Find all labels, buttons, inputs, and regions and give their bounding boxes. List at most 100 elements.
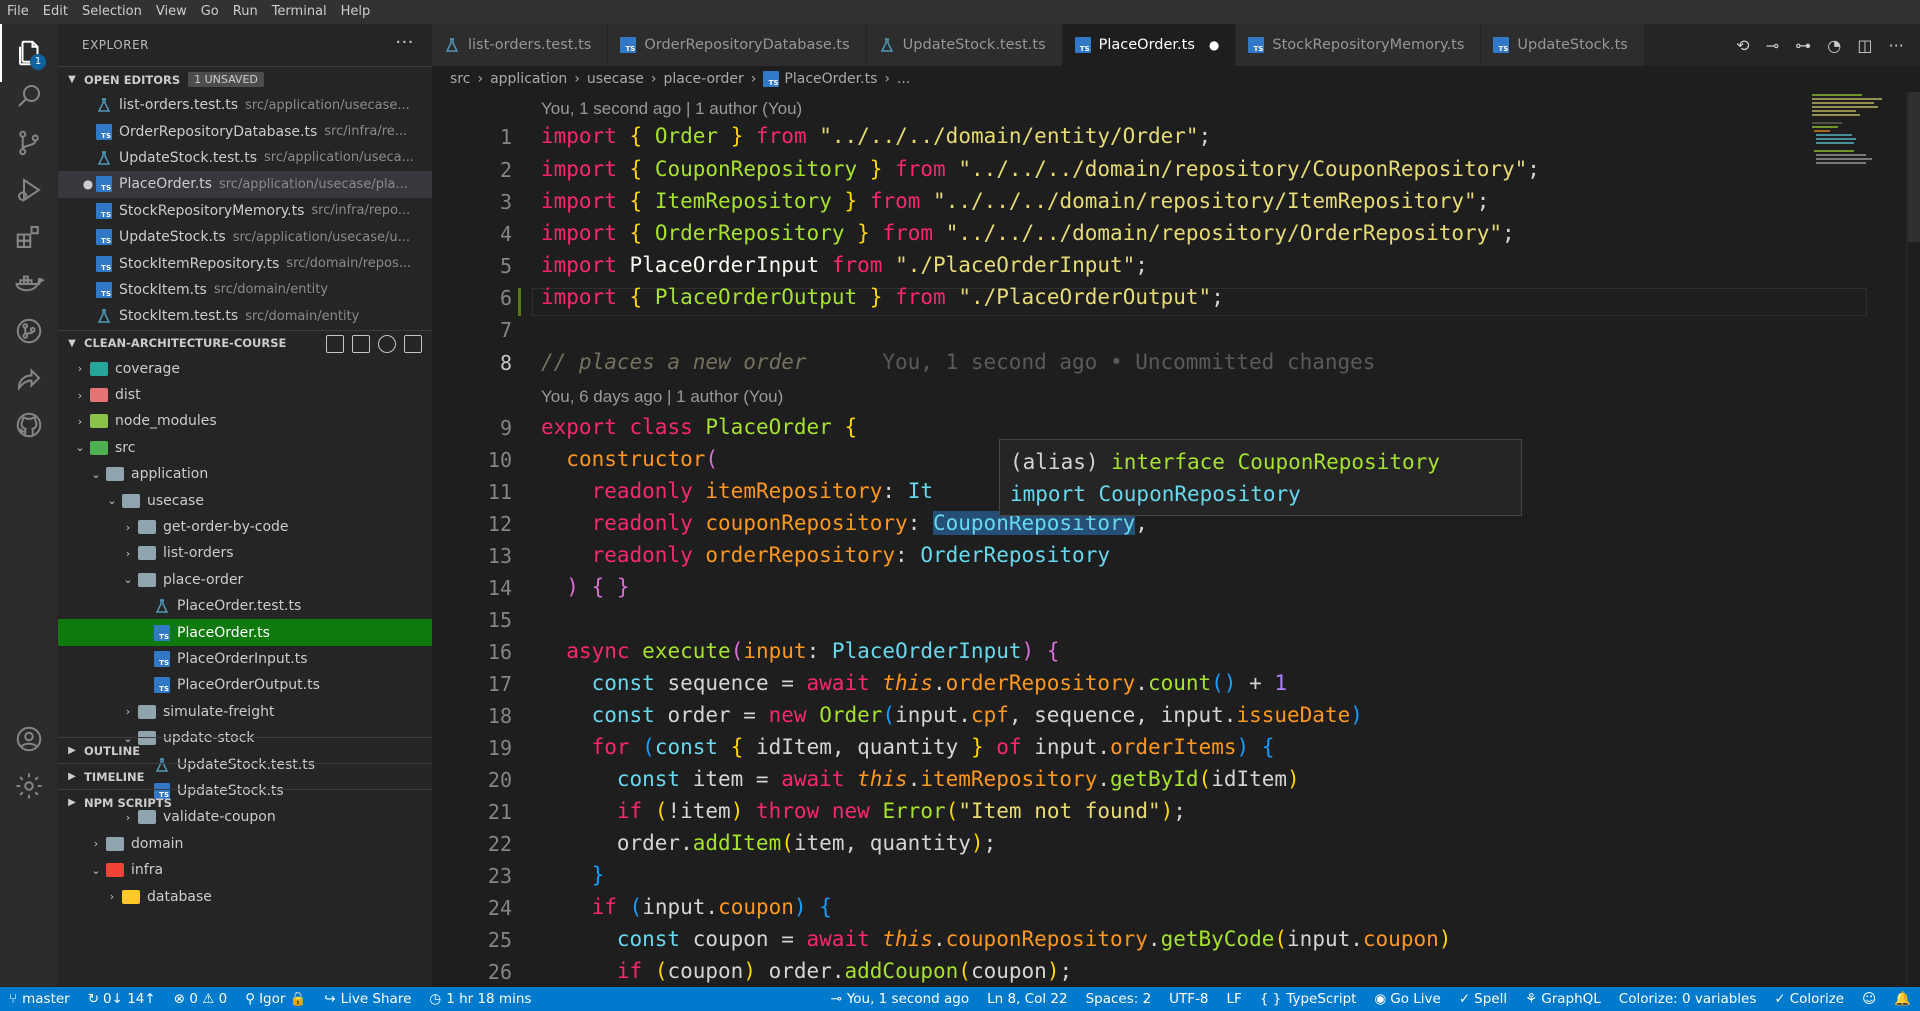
go-live-status[interactable]: ◉ Go Live <box>1365 991 1449 1007</box>
scrollbar-thumb[interactable] <box>1908 92 1920 242</box>
graphql-status[interactable]: ⚘ GraphQL <box>1516 991 1610 1007</box>
menu-run[interactable]: Run <box>226 0 265 24</box>
tab-placeorder-ts[interactable]: PlaceOrder.ts ● <box>1062 24 1237 66</box>
open-editor-item[interactable]: list-orders.test.ts src/application/useca… <box>58 92 432 118</box>
breadcrumb-item[interactable]: ... <box>897 71 910 87</box>
folder-icon <box>122 889 140 904</box>
breadcrumb-item[interactable]: place-order <box>663 71 743 87</box>
tree-folder[interactable]: › list-orders <box>58 540 432 566</box>
breadcrumb-item[interactable]: PlaceOrder.ts <box>784 71 877 87</box>
problems-status[interactable]: ⊗ 0 ⚠ 0 <box>165 991 236 1007</box>
more-actions-icon[interactable]: ··· <box>1889 36 1904 55</box>
codelens-class[interactable]: You, 6 days ago | 1 author (You) <box>541 387 783 407</box>
tree-folder[interactable]: ⌄ application <box>58 461 432 487</box>
codelens-top[interactable]: You, 1 second ago | 1 author (You) <box>541 99 802 119</box>
tab-list-orders-test-ts[interactable]: list-orders.test.ts <box>432 24 609 66</box>
git-prev-icon[interactable]: ⊸ <box>1766 36 1779 55</box>
open-editor-item[interactable]: UpdateStock.test.ts src/application/useca… <box>58 145 432 171</box>
tree-folder[interactable]: › domain <box>58 831 432 857</box>
menu-file[interactable]: File <box>0 0 36 24</box>
live-share-status[interactable]: ↪ Live Share <box>315 991 420 1007</box>
encoding[interactable]: UTF-8 <box>1160 991 1217 1007</box>
line-number: 25 <box>487 928 512 952</box>
colorize-status[interactable]: ✓ Colorize <box>1765 991 1853 1007</box>
eol[interactable]: LF <box>1218 991 1251 1007</box>
tree-folder[interactable]: ⌄ usecase <box>58 487 432 513</box>
timer-status[interactable]: ◷ 1 hr 18 mins <box>420 991 540 1007</box>
project-header[interactable]: ▼ CLEAN-ARCHITECTURE-COURSE <box>58 329 432 356</box>
tree-folder[interactable]: › simulate-freight <box>58 699 432 725</box>
breadcrumb-item[interactable]: application <box>490 71 567 87</box>
new-folder-icon[interactable] <box>352 334 370 353</box>
new-file-icon[interactable] <box>326 334 344 353</box>
tree-folder[interactable]: ⌄ place-order <box>58 567 432 593</box>
code-editor[interactable]: 1 2 3 4 5 6 7 8 9 10 11 12 13 14 15 16 17 18 19 20 21 22 23 24 2… <box>432 92 1920 987</box>
collapse-all-icon[interactable] <box>404 334 422 353</box>
menu-edit[interactable]: Edit <box>36 0 75 24</box>
tab-updatestock-ts[interactable]: UpdateStock.ts <box>1481 24 1645 66</box>
language-mode[interactable]: { } TypeScript <box>1251 991 1366 1007</box>
tab-label: UpdateStock.test.ts <box>902 37 1046 53</box>
menu-help[interactable]: Help <box>334 0 378 24</box>
menu-selection[interactable]: Selection <box>75 0 149 24</box>
minimap[interactable] <box>1810 92 1890 172</box>
colorize-variables-status[interactable]: Colorize: 0 variables <box>1610 991 1766 1007</box>
notifications-bell-icon[interactable]: 🔔 <box>1885 991 1920 1007</box>
branch-status[interactable]: ⑂ master <box>0 991 79 1007</box>
open-editor-item[interactable]: StockItem.test.ts src/domain/entity <box>58 303 432 329</box>
tab-updatestock-test-ts[interactable]: UpdateStock.test.ts <box>866 24 1063 66</box>
code-line-16: async execute(input: PlaceOrderInput) { <box>566 639 1060 663</box>
indentation[interactable]: Spaces: 2 <box>1077 991 1161 1007</box>
more-actions-icon[interactable]: ··· <box>395 32 414 53</box>
tree-file[interactable]: PlaceOrderInput.ts <box>58 646 432 672</box>
spell-status[interactable]: ✓ Spell <box>1450 991 1516 1007</box>
menu-view[interactable]: View <box>149 0 194 24</box>
code-line-21: if (!item) throw new Error("Item not fou… <box>616 799 1186 823</box>
menu-terminal[interactable]: Terminal <box>265 0 334 24</box>
timeline-icon[interactable]: ◔ <box>1827 36 1841 55</box>
open-editor-item[interactable]: OrderRepositoryDatabase.ts src/infra/re..… <box>58 118 432 144</box>
split-editor-icon[interactable]: ◫ <box>1857 36 1872 55</box>
tab-orderrepositorydatabase-ts[interactable]: OrderRepositoryDatabase.ts <box>608 24 867 66</box>
open-editors-header[interactable]: ▼ OPEN EDITORS 1 UNSAVED <box>58 66 432 92</box>
timeline-header[interactable]: ▶ TIMELINE <box>58 763 432 789</box>
breadcrumb-item[interactable]: src <box>450 71 470 87</box>
open-editor-item[interactable]: StockItem.ts src/domain/entity <box>58 277 432 303</box>
github-icon[interactable] <box>0 396 58 454</box>
editor-scrollbar[interactable] <box>1906 92 1920 987</box>
refresh-icon[interactable] <box>378 334 396 353</box>
tree-folder[interactable]: ⌄ infra <box>58 857 432 883</box>
tree-file[interactable]: PlaceOrderOutput.ts <box>58 672 432 698</box>
unsaved-dot-icon[interactable]: ● <box>1209 38 1219 52</box>
user-status[interactable]: ⚲ Igor 🔒 <box>236 991 315 1007</box>
colorize-text: Colorize <box>1789 991 1845 1007</box>
git-compare-icon[interactable]: ⟲ <box>1736 36 1749 55</box>
breadcrumb-item[interactable]: usecase <box>587 71 644 87</box>
settings-gear-icon[interactable] <box>0 757 58 815</box>
git-next-icon[interactable]: ⊶ <box>1795 36 1811 55</box>
chevron-right-icon: › <box>125 520 131 534</box>
tree-folder[interactable]: › dist <box>58 382 432 408</box>
open-editor-item[interactable]: ● PlaceOrder.ts src/application/usecase/pl… <box>58 171 432 198</box>
tab-stockrepositorymemory-ts[interactable]: StockRepositoryMemory.ts <box>1236 24 1482 66</box>
menu-go[interactable]: Go <box>194 0 226 24</box>
tree-folder[interactable]: ⌄ src <box>58 435 432 461</box>
tree-folder[interactable]: › node_modules <box>58 408 432 434</box>
cursor-position[interactable]: Ln 8, Col 22 <box>978 991 1076 1007</box>
tree-file[interactable]: PlaceOrder.test.ts <box>58 593 432 619</box>
tree-folder[interactable]: › coverage <box>58 356 432 382</box>
tree-folder[interactable]: › get-order-by-code <box>58 514 432 540</box>
open-editor-item[interactable]: StockItemRepository.ts src/domain/repos..… <box>58 250 432 276</box>
unsaved-dot-icon[interactable]: ● <box>80 177 96 191</box>
tree-folder[interactable]: › database <box>58 883 432 909</box>
sync-status[interactable]: ↻ 0↓ 14↑ <box>79 991 165 1007</box>
typescript-file-icon <box>154 624 170 641</box>
npm-scripts-header[interactable]: ▶ NPM SCRIPTS <box>58 789 432 815</box>
open-editor-item[interactable]: UpdateStock.ts src/application/usecase/u.… <box>58 224 432 250</box>
typescript-file-icon <box>96 255 112 272</box>
feedback-icon[interactable]: ☺ <box>1853 991 1885 1007</box>
outline-header[interactable]: ▶ OUTLINE <box>58 737 432 763</box>
open-editor-item[interactable]: StockRepositoryMemory.ts src/infra/repo..… <box>58 198 432 224</box>
blame-status[interactable]: ⊸ You, 1 second ago <box>822 991 979 1007</box>
tree-file[interactable]: PlaceOrder.ts <box>58 619 432 646</box>
